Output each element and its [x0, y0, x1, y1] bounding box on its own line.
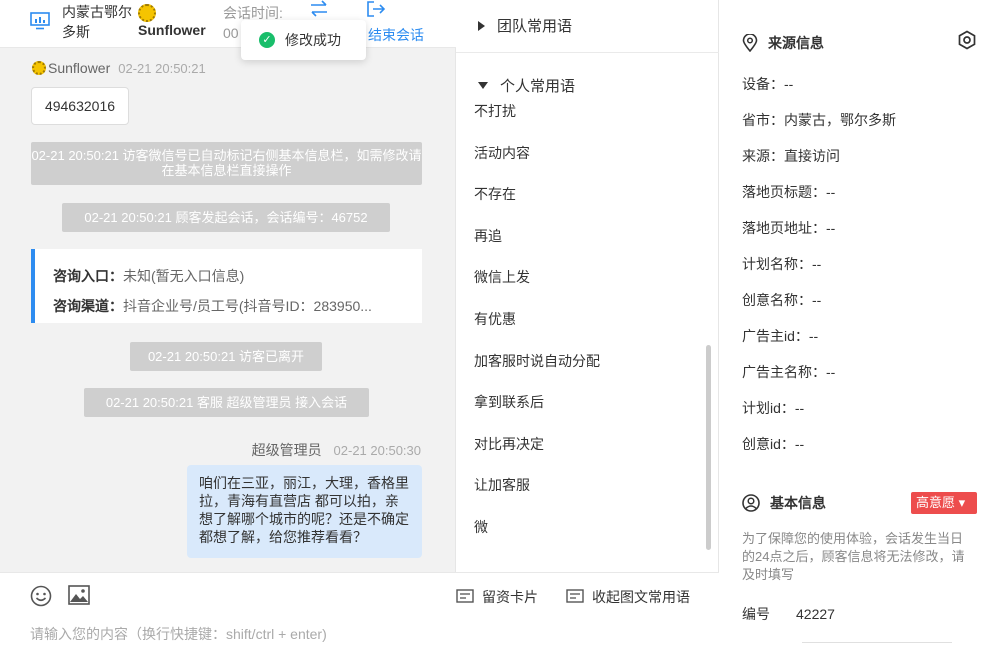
divider: [456, 52, 719, 53]
lead-card-label: 留资卡片: [482, 589, 538, 605]
exit-icon[interactable]: [366, 0, 386, 18]
phrase-item[interactable]: 微: [474, 514, 600, 556]
phrase-item[interactable]: 拿到联系后: [474, 389, 600, 431]
source-field: 广告主名称：--: [742, 364, 836, 380]
visitor-message-sender: Sunflower: [48, 60, 111, 76]
next-field-edge[interactable]: [802, 642, 952, 647]
source-field: 创意id：--: [742, 436, 805, 452]
personal-phrases-group[interactable]: 个人常用语: [478, 75, 575, 96]
customer-id-value: 42227: [796, 606, 835, 622]
toggle-phrases-label: 收起图文常用语: [592, 589, 690, 605]
source-field: 计划id：--: [742, 400, 805, 416]
phrases-scrollbar[interactable]: [706, 345, 711, 550]
agent-message-sender: 超级管理员: [251, 442, 322, 458]
end-session-button[interactable]: 结束会话: [368, 25, 424, 45]
team-phrases-group[interactable]: 团队常用语: [478, 15, 572, 36]
consult-channel-value: 抖音企业号/员工号(抖音号ID：283950...: [123, 298, 372, 314]
system-message: 02-21 20:50:21 客服 超级管理员 接入会话: [84, 388, 369, 417]
edit-notice: 为了保障您的使用体验，会话发生当日的24点之后，顾客信息将无法修改，请及时填写: [742, 531, 965, 582]
phrases-panel: 团队常用语 个人常用语 不打扰 活动内容 不存在 再追 微信上发 有优惠 加客服…: [456, 0, 719, 572]
source-field: 来源：直接访问: [742, 148, 840, 164]
consult-channel-label: 咨询渠道：: [53, 298, 123, 314]
consult-channel-row: 咨询渠道：抖音企业号/员工号(抖音号ID：283950...: [53, 291, 422, 321]
caret-down-icon: [478, 82, 488, 89]
toggle-phrases-button[interactable]: 收起图文常用语: [566, 587, 690, 607]
consult-entry-row: 咨询入口：未知(暂无入口信息): [53, 261, 422, 291]
settings-icon[interactable]: [957, 30, 977, 50]
source-info-title: 来源信息: [768, 35, 824, 51]
phrase-list: 不打扰 活动内容 不存在 再追 微信上发 有优惠 加客服时说自动分配 拿到联系后…: [474, 98, 600, 556]
agent-message-bubble: 咱们在三亚，丽江，大理，香格里拉，青海有直营店 都可以拍，亲想了解哪个城市的呢？…: [187, 465, 422, 558]
customer-id-label: 编号: [742, 606, 770, 622]
agent-message-header: 超级管理员 02-21 20:50:30: [252, 440, 421, 460]
chat-panel: 内蒙古鄂尔多斯 Sunflower 会话时间: 00 结束会话 ✓ 修改成功 S…: [0, 0, 456, 647]
sunflower-avatar-icon: [32, 61, 46, 75]
system-message: 02-21 20:50:21 访客已离开: [130, 342, 322, 371]
visitor-message-header: Sunflower 02-21 20:50:21: [32, 60, 206, 76]
source-field: 设备：--: [742, 76, 794, 92]
message-composer: 留资卡片 收起图文常用语: [0, 572, 719, 647]
session-time-value: 00: [223, 25, 239, 41]
check-circle-icon: ✓: [259, 32, 275, 48]
phrase-item[interactable]: 对比再决定: [474, 431, 600, 473]
message-input[interactable]: [30, 626, 630, 642]
basic-info-title: 基本信息: [770, 495, 826, 511]
success-toast: ✓ 修改成功: [241, 20, 366, 60]
consult-entry-value: 未知(暂无入口信息): [123, 268, 245, 284]
consult-info-card: 咨询入口：未知(暂无入口信息) 咨询渠道：抖音企业号/员工号(抖音号ID：283…: [31, 249, 422, 323]
intent-value: 高意愿: [916, 495, 956, 510]
location-pin-icon: [742, 34, 758, 52]
phrase-item[interactable]: 活动内容: [474, 140, 600, 182]
phrase-item[interactable]: 加客服时说自动分配: [474, 348, 600, 390]
team-phrases-label: 团队常用语: [497, 18, 573, 35]
caret-down-icon: ▾: [955, 495, 966, 510]
phrase-item[interactable]: 不存在: [474, 181, 600, 223]
phrase-item[interactable]: 有优惠: [474, 306, 600, 348]
source-info-header: 来源信息: [742, 33, 824, 53]
phrase-item[interactable]: 再追: [474, 223, 600, 265]
visitor-location: 内蒙古鄂尔多斯: [62, 4, 132, 40]
source-field: 计划名称：--: [742, 256, 822, 272]
phrase-item[interactable]: 不打扰: [474, 98, 600, 140]
agent-message-time: 02-21 20:50:30: [333, 443, 421, 458]
user-circle-icon: [742, 494, 760, 512]
source-field: 广告主id：--: [742, 328, 819, 344]
system-message: 02-21 20:50:21 访客微信号已自动标记右侧基本信息栏，如需修改请在基…: [31, 142, 422, 185]
message-icon: [566, 589, 584, 603]
source-info-list: 设备：-- 省市：内蒙古，鄂尔多斯 来源：直接访问 落地页标题：-- 落地页地址…: [742, 66, 896, 462]
transfer-arrows-icon[interactable]: [308, 0, 330, 18]
smiley-icon[interactable]: [30, 585, 52, 607]
source-field: 落地页地址：--: [742, 220, 836, 236]
source-field: 创意名称：--: [742, 292, 822, 308]
system-message: 02-21 20:50:21 顾客发起会话，会话编号：46752: [62, 203, 390, 232]
consult-entry-label: 咨询入口：: [53, 268, 123, 284]
customer-info-panel: 来源信息 设备：-- 省市：内蒙古，鄂尔多斯 来源：直接访问 落地页标题：-- …: [720, 0, 982, 647]
intent-dropdown[interactable]: 高意愿 ▾: [911, 492, 977, 514]
caret-right-icon: [478, 20, 485, 31]
basic-info-header: 基本信息: [742, 493, 826, 513]
customer-id-row: 编号 42227: [742, 604, 835, 624]
source-field: 省市：内蒙古，鄂尔多斯: [742, 112, 896, 128]
monitor-icon: [30, 12, 50, 30]
image-icon[interactable]: [68, 585, 90, 605]
personal-phrases-label: 个人常用语: [500, 78, 576, 95]
chat-header: 内蒙古鄂尔多斯 Sunflower 会话时间: 00 结束会话: [0, 0, 456, 48]
toast-text: 修改成功: [285, 32, 341, 48]
lead-card-button[interactable]: 留资卡片: [456, 587, 538, 607]
phrase-item[interactable]: 让加客服: [474, 472, 600, 514]
sunflower-avatar-icon: [138, 4, 156, 22]
card-icon: [456, 589, 474, 603]
visitor-name: Sunflower: [138, 22, 206, 38]
phrase-item[interactable]: 微信上发: [474, 264, 600, 306]
visitor-message-time: 02-21 20:50:21: [118, 60, 206, 76]
visitor-message-bubble: 494632016: [31, 87, 129, 125]
source-field: 落地页标题：--: [742, 184, 836, 200]
